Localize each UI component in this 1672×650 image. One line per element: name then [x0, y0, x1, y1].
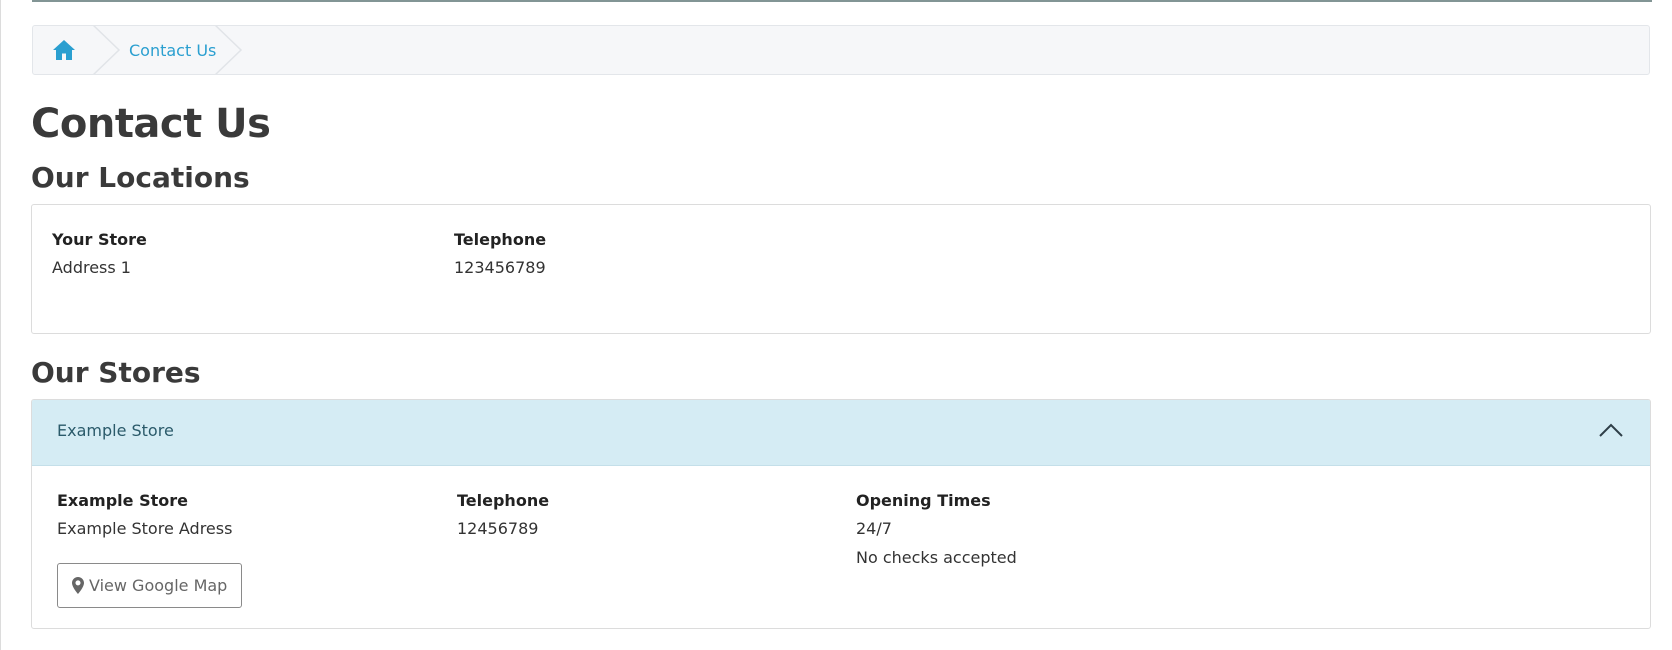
store-name-label: Example Store — [57, 491, 188, 510]
top-divider — [32, 0, 1652, 2]
stores-heading: Our Stores — [31, 356, 201, 389]
telephone-label: Telephone — [457, 491, 550, 510]
opening-times-note: No checks accepted — [856, 548, 1017, 567]
breadcrumb-contact-link[interactable]: Contact Us — [129, 41, 216, 60]
store-accordion-title: Example Store — [57, 421, 174, 440]
opening-times-label: Opening Times — [856, 491, 991, 510]
location-card: Your Store Address 1 Telephone 123456789 — [31, 204, 1651, 334]
breadcrumb-separator — [215, 26, 243, 74]
telephone-label: Telephone — [454, 230, 547, 249]
telephone-value: 123456789 — [454, 258, 546, 277]
breadcrumb: Contact Us — [32, 25, 1650, 75]
store-accordion-header[interactable]: Example Store — [32, 400, 1650, 466]
home-icon[interactable] — [52, 39, 76, 61]
chevron-up-icon[interactable] — [1598, 420, 1624, 440]
page-left-border — [0, 0, 1, 650]
locations-heading: Our Locations — [31, 161, 250, 194]
map-marker-icon — [72, 577, 84, 594]
breadcrumb-home[interactable] — [33, 26, 95, 74]
breadcrumb-separator — [93, 26, 121, 74]
breadcrumb-item-contact: Contact Us — [129, 26, 216, 74]
store-address: Address 1 — [52, 258, 131, 277]
store-address: Example Store Adress — [57, 519, 233, 538]
telephone-value: 12456789 — [457, 519, 539, 538]
store-name-label: Your Store — [52, 230, 147, 249]
page-title: Contact Us — [31, 101, 271, 147]
store-accordion: Example Store Example Store Example Stor… — [31, 399, 1651, 629]
opening-times-value: 24/7 — [856, 519, 892, 538]
view-google-map-button[interactable]: View Google Map — [57, 563, 243, 608]
view-google-map-label: View Google Map — [89, 576, 228, 595]
